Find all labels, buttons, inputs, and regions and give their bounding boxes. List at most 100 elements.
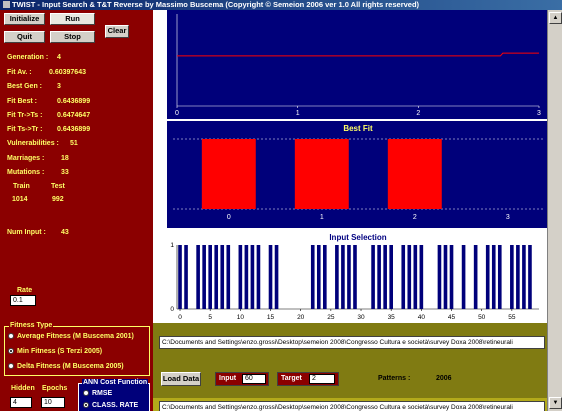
input-selection-bar bbox=[341, 245, 345, 309]
input-selection-bar bbox=[316, 245, 321, 309]
x-tick-label: 15 bbox=[267, 314, 275, 321]
marriages-value: 18 bbox=[61, 155, 69, 162]
ann-cost-title: ANN Cost Function bbox=[82, 379, 149, 386]
vulnerabilities-label: Vulnerabilities : bbox=[7, 140, 59, 147]
radio-selected-icon bbox=[8, 348, 14, 354]
x-tick-label: 35 bbox=[388, 314, 396, 321]
input-selection-bar bbox=[335, 245, 339, 309]
fit-tr-ts-value: 0.6474647 bbox=[57, 112, 91, 119]
input-selection-bar bbox=[226, 245, 231, 309]
fitness-type-group: Fitness Type Average Fitness (M Buscema … bbox=[4, 322, 150, 376]
input-selection-bar bbox=[256, 245, 261, 309]
input-selection-bar bbox=[371, 245, 375, 309]
ann-class-rate-radio[interactable]: CLASS. RATE bbox=[83, 402, 138, 409]
x-tick-label: 5 bbox=[208, 314, 212, 321]
input-count-field[interactable]: 60 bbox=[242, 374, 266, 384]
fitness-average-radio[interactable]: Average Fitness (M Buscema 2001) bbox=[8, 333, 134, 340]
x-tick-label: 10 bbox=[237, 314, 245, 321]
x-tick-label: 50 bbox=[478, 314, 486, 321]
input-selection-bar bbox=[274, 245, 279, 309]
radio-selected-icon bbox=[83, 402, 89, 408]
fitness-delta-radio[interactable]: Delta Fitness (M Buscema 2005) bbox=[8, 363, 124, 370]
input-selection-bar bbox=[419, 245, 424, 309]
fit-av-value: 0.60397643 bbox=[49, 69, 86, 76]
stop-button[interactable]: Stop bbox=[50, 31, 95, 43]
initialize-button[interactable]: Initialize bbox=[4, 13, 45, 25]
input-selection-bar bbox=[178, 245, 182, 309]
charts-panel: 0123 Best Fit 0 1 2 3 Input Selection 0 1 0 5 10 1… bbox=[153, 10, 562, 411]
window-title: TWIST - Input Search & T&T Reverse by Ma… bbox=[12, 0, 420, 9]
network-path-field[interactable]: C:\Documents and Settings\enzo.grossi\De… bbox=[159, 336, 545, 349]
input-selection-chart: Input Selection 0 1 0 5 10 15 20 25 30 35 40 45 50 55 bbox=[167, 229, 549, 323]
run-button[interactable]: Run bbox=[50, 13, 95, 25]
quit-button[interactable]: Quit bbox=[4, 31, 45, 43]
input-selection-bar bbox=[437, 245, 442, 309]
input-selection-bar bbox=[220, 245, 225, 309]
input-selection-bar bbox=[413, 245, 418, 309]
input-selection-bar bbox=[184, 245, 188, 309]
best-fit-chart: Best Fit 0 1 2 3 bbox=[167, 121, 549, 228]
rate-label: Rate bbox=[17, 287, 33, 294]
clear-button[interactable]: Clear bbox=[105, 25, 129, 38]
mutations-label: Mutations : bbox=[7, 169, 45, 176]
x-tick-label: 0 bbox=[178, 314, 182, 321]
input-selection-bar bbox=[244, 245, 249, 309]
input-selection-bar bbox=[516, 245, 520, 309]
radio-icon bbox=[8, 363, 14, 369]
best-gen-label: Best Gen : bbox=[7, 83, 43, 90]
input-selection-bar bbox=[461, 245, 466, 309]
fit-best-label: Fit Best : bbox=[7, 98, 37, 105]
generation-label: Generation : bbox=[7, 54, 49, 61]
x-tick-label: 0 bbox=[175, 110, 179, 117]
input-selection-bar bbox=[310, 245, 315, 309]
control-panel: Initialize Run Quit Stop Clear Generatio… bbox=[0, 10, 153, 411]
x-tick-label: 45 bbox=[448, 314, 456, 321]
data-path-field[interactable]: C:\Documents and Settings\enzo.grossi\De… bbox=[159, 401, 545, 411]
vertical-scrollbar[interactable]: ▲ ▼ bbox=[547, 10, 562, 411]
input-selection-bar bbox=[268, 245, 273, 309]
train-label: Train bbox=[13, 183, 30, 190]
fitness-min-radio[interactable]: Min Fitness (S Terzi 2005) bbox=[8, 348, 102, 355]
fit-ts-tr-value: 0.6436899 bbox=[57, 126, 91, 133]
radio-icon bbox=[8, 333, 14, 339]
x-tick-label: 1 bbox=[320, 214, 324, 221]
target-count-field[interactable]: 2 bbox=[309, 374, 335, 384]
x-tick-label: 30 bbox=[357, 314, 365, 321]
input-selection-bar bbox=[449, 245, 454, 309]
ann-rmse-radio[interactable]: RMSE bbox=[83, 390, 112, 397]
scroll-down-icon[interactable]: ▼ bbox=[549, 397, 562, 409]
ann-cost-group: ANN Cost Function RMSE CLASS. RATE bbox=[78, 379, 150, 411]
test-label: Test bbox=[51, 183, 65, 190]
patterns-value: 2006 bbox=[436, 375, 452, 382]
target-label: Target bbox=[281, 375, 302, 382]
chart-title: Best Fit bbox=[343, 124, 373, 133]
fitness-history-chart: 0 1 2 3 bbox=[167, 10, 549, 119]
rate-input[interactable]: 0.1 bbox=[10, 295, 36, 306]
best-gen-value: 3 bbox=[57, 83, 61, 90]
best-fit-bar bbox=[201, 139, 256, 209]
load-data-button[interactable]: Load Data bbox=[161, 372, 201, 386]
epochs-label: Epochs bbox=[42, 385, 68, 392]
title-bar: TWIST - Input Search & T&T Reverse by Ma… bbox=[0, 0, 562, 10]
x-tick-label: 3 bbox=[506, 214, 510, 221]
marriages-label: Marriages : bbox=[7, 155, 45, 162]
num-input-label: Num Input : bbox=[7, 229, 46, 236]
fitness-type-title: Fitness Type bbox=[9, 322, 54, 329]
plot-background bbox=[167, 10, 549, 119]
x-tick-label: 25 bbox=[327, 314, 335, 321]
input-selection-bar bbox=[522, 245, 526, 309]
scroll-up-icon[interactable]: ▲ bbox=[549, 12, 562, 24]
train-value: 1014 bbox=[12, 196, 28, 203]
input-selection-bar bbox=[202, 245, 206, 309]
generation-value: 4 bbox=[57, 54, 61, 61]
fit-ts-tr-label: Fit Ts->Tr : bbox=[7, 126, 43, 133]
test-value: 992 bbox=[52, 196, 64, 203]
best-fit-bar bbox=[387, 139, 442, 209]
x-tick-label: 40 bbox=[418, 314, 426, 321]
x-tick-label: 55 bbox=[508, 314, 516, 321]
hidden-input[interactable]: 4 bbox=[10, 397, 32, 408]
epochs-input[interactable]: 10 bbox=[41, 397, 65, 408]
x-tick-label: 0 bbox=[227, 214, 231, 221]
hidden-label: Hidden bbox=[11, 385, 35, 392]
input-selection-bar bbox=[383, 245, 387, 309]
